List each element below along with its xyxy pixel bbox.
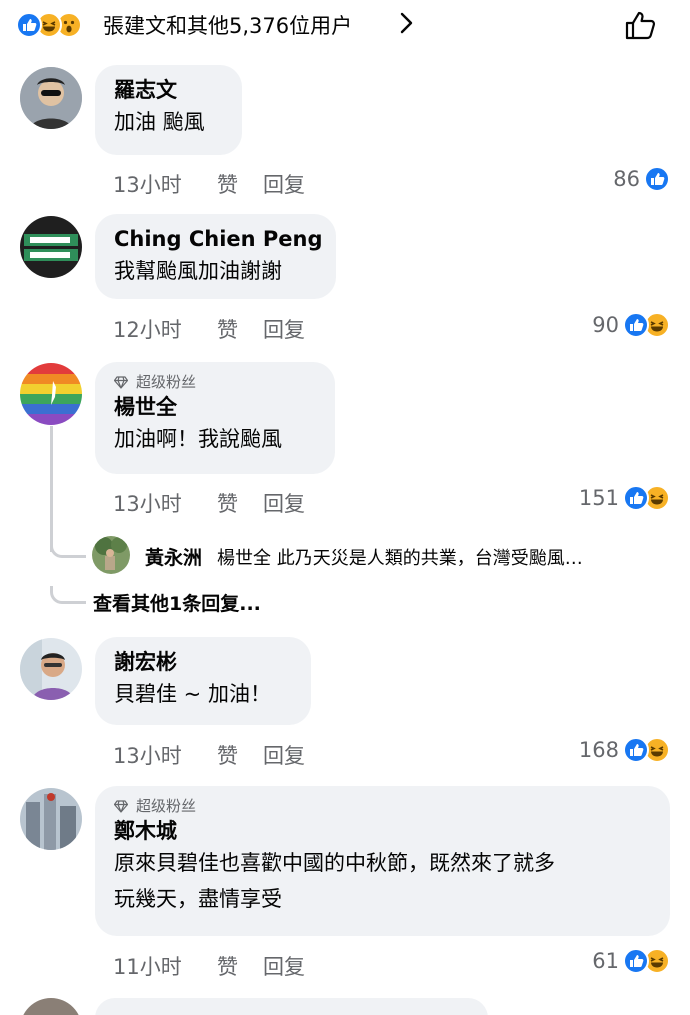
reaction-count-number: 86 xyxy=(613,167,640,191)
comment-time[interactable]: 11小时 xyxy=(113,951,217,981)
like-icon xyxy=(623,948,649,974)
comment-text: 加油 颱風 xyxy=(114,110,205,134)
comment-reaction-count[interactable]: 168 xyxy=(579,735,670,765)
reply-link[interactable]: 回复 xyxy=(263,314,305,344)
comment-time[interactable]: 12小时 xyxy=(113,314,217,344)
reaction-count-number: 90 xyxy=(592,313,619,337)
comment-meta: 12小时赞回复 xyxy=(113,314,305,344)
like-icon xyxy=(644,166,670,192)
comment-text: 我幫颱風加油謝謝 xyxy=(114,259,282,283)
avatar[interactable] xyxy=(20,788,82,850)
top-fan-label: 超级粉丝 xyxy=(136,797,197,815)
comment-text: 加油啊！我說颱風 xyxy=(114,427,282,451)
comment-meta: 13小时赞回复 xyxy=(113,169,305,199)
comment-text-line: 原來貝碧佳也喜歡中國的中秋節，既然來了就多 xyxy=(114,851,555,875)
comment-bubble: 羅志文 加油 颱風 xyxy=(95,65,242,155)
like-link[interactable]: 赞 xyxy=(217,488,263,518)
comment-reaction-count[interactable]: 86 xyxy=(613,164,670,194)
comment-reaction-count[interactable]: 61 xyxy=(592,946,670,976)
reactions-summary-label[interactable]: 張建文和其他5,376位用户 xyxy=(103,10,352,40)
comment-meta: 11小时赞回复 xyxy=(113,951,305,981)
like-icon xyxy=(16,12,42,38)
diamond-icon xyxy=(114,800,128,813)
thread-line xyxy=(50,426,53,552)
reply-link[interactable]: 回复 xyxy=(263,169,305,199)
view-more-replies-link[interactable]: 查看其他1条回复... xyxy=(93,589,261,616)
like-link[interactable]: 赞 xyxy=(217,169,263,199)
reply-link[interactable]: 回复 xyxy=(263,951,305,981)
reply-author[interactable]: 黃永洲 xyxy=(145,543,202,570)
reply-text: 楊世全 此乃天災是人類的共業，台灣受颱風… xyxy=(217,548,583,569)
avatar[interactable] xyxy=(92,536,130,574)
like-icon xyxy=(623,312,649,338)
comment-bubble: Ching Chien Peng 我幫颱風加油謝謝 xyxy=(95,214,336,299)
comment-bubble: 謝宏彬 貝碧佳 ~ 加油！ xyxy=(95,637,311,725)
like-link[interactable]: 赞 xyxy=(217,740,263,770)
reply-preview[interactable]: 黃永洲 楊世全 此乃天災是人類的共業，台灣受颱風… xyxy=(92,536,672,576)
reply-link[interactable]: 回复 xyxy=(263,740,305,770)
like-link[interactable]: 赞 xyxy=(217,314,263,344)
comment-time[interactable]: 13小时 xyxy=(113,169,217,199)
reply-connector xyxy=(50,540,86,558)
comment-text-line: 玩幾天，盡情享受 xyxy=(114,887,282,911)
reaction-count-number: 168 xyxy=(578,738,619,762)
comment-bubble xyxy=(95,998,488,1015)
avatar[interactable] xyxy=(20,216,82,278)
reply-connector xyxy=(50,586,86,604)
comment-author[interactable]: 謝宏彬 xyxy=(114,649,292,676)
comment-text: 貝碧佳 ~ 加油！ xyxy=(114,682,271,706)
comment-author[interactable]: 羅志文 xyxy=(114,77,223,104)
chevron-right-icon[interactable] xyxy=(394,11,418,35)
avatar[interactable] xyxy=(20,67,82,129)
reaction-count-number: 61 xyxy=(592,949,619,973)
comment-time[interactable]: 13小时 xyxy=(113,740,217,770)
top-fan-label: 超级粉丝 xyxy=(136,373,197,391)
like-outline-icon[interactable] xyxy=(622,6,660,44)
avatar[interactable] xyxy=(20,638,82,700)
comment-reaction-count[interactable]: 90 xyxy=(592,310,670,340)
comment-time[interactable]: 13小时 xyxy=(113,488,217,518)
comment-meta: 13小时赞回复 xyxy=(113,740,305,770)
reply-link[interactable]: 回复 xyxy=(263,488,305,518)
top-fan-badge: 超级粉丝 xyxy=(114,796,651,818)
avatar[interactable] xyxy=(20,363,82,425)
like-link[interactable]: 赞 xyxy=(217,951,263,981)
comment-meta: 13小时赞回复 xyxy=(113,488,305,518)
top-fan-badge: 超级粉丝 xyxy=(114,372,316,394)
avatar[interactable] xyxy=(20,998,82,1015)
comment-bubble: 超级粉丝 鄭木城 原來貝碧佳也喜歡中國的中秋節，既然來了就多 玩幾天，盡情享受 xyxy=(95,786,670,936)
comment-author[interactable]: Ching Chien Peng xyxy=(114,226,323,253)
comment-reaction-count[interactable]: 151 xyxy=(579,483,670,513)
reactions-summary-bar[interactable]: 張建文和其他5,376位用户 xyxy=(0,0,690,52)
comment-author[interactable]: 鄭木城 xyxy=(114,818,651,845)
reaction-icons-stack xyxy=(16,12,102,38)
like-icon xyxy=(623,485,649,511)
diamond-icon xyxy=(114,376,128,389)
reaction-count-number: 151 xyxy=(578,486,619,510)
comment-bubble: 超级粉丝 楊世全 加油啊！我說颱風 xyxy=(95,362,335,474)
comment-author[interactable]: 楊世全 xyxy=(114,394,316,421)
like-icon xyxy=(623,737,649,763)
